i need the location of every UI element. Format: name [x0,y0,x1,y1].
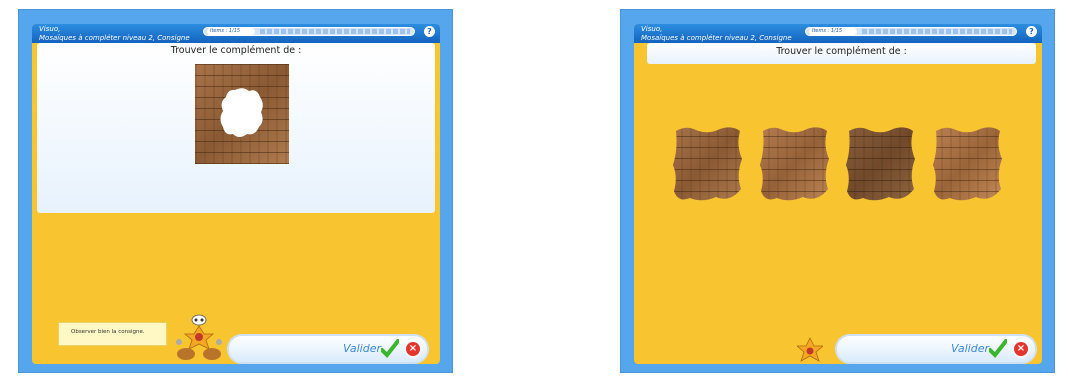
validate-bar[interactable]: Valider × [227,334,429,364]
hint-tooltip: Observer bien la consigne. [58,322,167,346]
exercise-frame: Visuo, Mosaïques à compléter niveau 2, C… [32,24,440,364]
progress-ticks [260,29,410,34]
title-line-2: Mosaïques à compléter niveau 2, Consigne [641,34,792,42]
target-mosaic [195,64,289,164]
progress-label: Items : 1/15 [809,28,857,35]
instruction-text: Trouver le complément de : [776,46,907,57]
answer-choice-3[interactable] [845,125,916,203]
progress-label: Items : 1/15 [207,28,255,35]
exercise-screen-right: Visuo, Mosaïques à compléter niveau 2, C… [620,9,1055,373]
help-icon[interactable]: ? [1026,26,1037,37]
progress-bar: Items : 1/15 [203,27,415,36]
check-icon[interactable] [381,339,399,359]
title-line-1: Visuo, [39,25,61,33]
help-icon[interactable]: ? [424,26,435,37]
cancel-icon[interactable]: × [1012,340,1030,358]
mosaic-hole [220,88,263,137]
instruction-panel: Trouver le complément de : [647,43,1036,64]
instruction-panel: Trouver le complément de : [37,43,435,213]
check-icon[interactable] [989,339,1007,359]
validate-button[interactable]: Valider [951,342,989,355]
validate-button[interactable]: Valider [343,342,381,355]
cancel-icon[interactable]: × [404,340,422,358]
progress-bar: Items : 1/15 [805,27,1017,36]
title-line-1: Visuo, [641,25,663,33]
answer-choice-4[interactable] [932,125,1003,203]
header-bar: Visuo, Mosaïques à compléter niveau 2, C… [634,24,1042,43]
answer-choice-2[interactable] [759,125,830,203]
progress-ticks [862,29,1012,34]
mascot-icon [797,337,823,362]
header-bar: Visuo, Mosaïques à compléter niveau 2, C… [32,24,440,43]
mascot-icon [176,314,222,360]
answer-choice-1[interactable] [672,125,743,203]
exercise-frame: Visuo, Mosaïques à compléter niveau 2, C… [634,24,1042,364]
instruction-text: Trouver le complément de : [170,45,302,56]
validate-bar[interactable]: Valider × [835,334,1037,364]
exercise-screen-left: Visuo, Mosaïques à compléter niveau 2, C… [18,9,453,373]
title-line-2: Mosaïques à compléter niveau 2, Consigne [39,34,190,42]
